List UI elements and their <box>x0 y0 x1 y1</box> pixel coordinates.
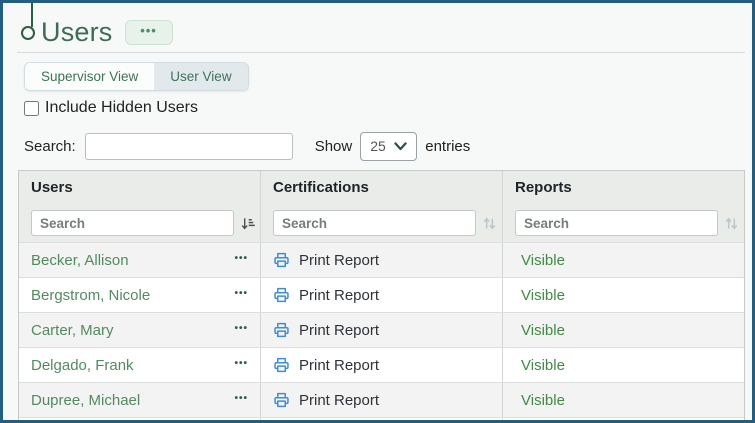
printer-icon <box>272 286 291 304</box>
print-report-button[interactable]: Print Report <box>272 356 379 374</box>
sort-arrows-icon[interactable] <box>482 216 497 231</box>
print-report-label: Print Report <box>299 287 379 304</box>
table-row: Bergstrom, Nicole ••• Print Report <box>19 277 744 312</box>
annotation-line-icon <box>31 3 33 27</box>
page-header: Users ••• <box>41 15 752 49</box>
include-hidden-users-label: Include Hidden Users <box>45 99 198 117</box>
row-menu-button[interactable]: ••• <box>232 357 250 371</box>
user-name-link[interactable]: Delgado, Frank <box>31 357 134 374</box>
sort-amount-icon[interactable] <box>240 216 255 231</box>
user-name-link[interactable]: Becker, Allison <box>31 252 129 269</box>
print-report-button[interactable]: Print Report <box>272 391 379 409</box>
table-row-partial <box>19 417 744 423</box>
print-report-label: Print Report <box>299 322 379 339</box>
entries-per-page-select[interactable]: 25 <box>360 132 417 161</box>
print-report-button[interactable]: Print Report <box>272 286 379 304</box>
user-name-link[interactable]: Bergstrom, Nicole <box>31 287 150 304</box>
print-report-button[interactable]: Print Report <box>272 321 379 339</box>
table-row: Delgado, Frank ••• Print Report <box>19 347 744 382</box>
table-filter-row <box>19 204 744 242</box>
report-visible-link[interactable]: Visible <box>521 392 565 409</box>
table-body: Becker, Allison ••• Print Report <box>19 242 744 423</box>
printer-icon <box>272 356 291 374</box>
sort-arrows-icon[interactable] <box>724 216 739 231</box>
search-label: Search: <box>24 138 76 155</box>
page-size-value: 25 <box>370 138 386 154</box>
page-title: Users <box>41 17 113 48</box>
column-header-users[interactable]: Users <box>19 171 260 204</box>
row-menu-button[interactable]: ••• <box>232 287 250 301</box>
row-menu-button[interactable]: ••• <box>232 392 250 406</box>
users-table: Users Certifications Reports <box>18 170 745 423</box>
users-column-search-input[interactable] <box>31 210 234 236</box>
view-tabs: Supervisor View User View <box>24 62 249 91</box>
table-row: Dupree, Michael ••• Print Report <box>19 382 744 417</box>
user-name-link[interactable]: Dupree, Michael <box>31 392 140 409</box>
printer-icon <box>272 321 291 339</box>
tab-user-view[interactable]: User View <box>154 63 247 90</box>
report-visible-link[interactable]: Visible <box>521 287 565 304</box>
row-menu-button[interactable]: ••• <box>232 322 250 336</box>
annotation-circle-icon <box>21 26 35 40</box>
print-report-button[interactable]: Print Report <box>272 251 379 269</box>
table-row: Carter, Mary ••• Print Report <box>19 312 744 347</box>
printer-icon <box>272 251 291 269</box>
page-menu-button[interactable]: ••• <box>125 20 173 45</box>
include-hidden-users-row: Include Hidden Users <box>24 99 752 117</box>
report-visible-link[interactable]: Visible <box>521 357 565 374</box>
ellipsis-icon: ••• <box>140 24 157 37</box>
report-visible-link[interactable]: Visible <box>521 252 565 269</box>
table-row: Becker, Allison ••• Print Report <box>19 242 744 277</box>
print-report-label: Print Report <box>299 252 379 269</box>
include-hidden-users-checkbox[interactable] <box>24 101 39 116</box>
column-header-reports[interactable]: Reports <box>502 171 744 204</box>
report-visible-link[interactable]: Visible <box>521 322 565 339</box>
show-label: Show <box>315 138 353 155</box>
print-report-label: Print Report <box>299 392 379 409</box>
row-menu-button[interactable]: ••• <box>232 252 250 266</box>
certifications-column-search-input[interactable] <box>273 210 476 236</box>
global-search-input[interactable] <box>85 133 293 160</box>
tab-supervisor-view[interactable]: Supervisor View <box>25 63 154 90</box>
printer-icon <box>272 391 291 409</box>
chevron-down-icon <box>394 142 407 151</box>
print-report-label: Print Report <box>299 357 379 374</box>
divider <box>17 52 745 53</box>
users-page: Users ••• Supervisor View User View Incl… <box>0 0 755 423</box>
reports-column-search-input[interactable] <box>515 210 718 236</box>
column-header-certifications[interactable]: Certifications <box>260 171 502 204</box>
table-header-row: Users Certifications Reports <box>19 171 744 204</box>
toolbar: Search: Show 25 entries <box>24 132 752 160</box>
entries-label: entries <box>425 138 470 155</box>
user-name-link[interactable]: Carter, Mary <box>31 322 114 339</box>
